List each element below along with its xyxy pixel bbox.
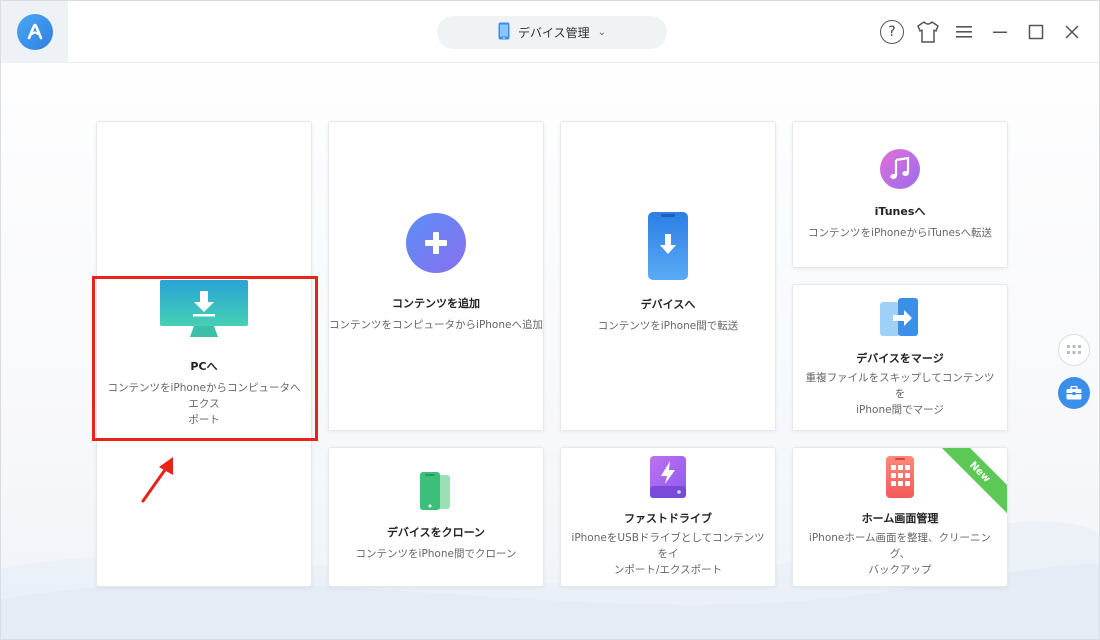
menu-button[interactable]	[951, 19, 977, 45]
card-home-screen-desc: iPhoneホーム画面を整理、クリーニング、 バックアップ	[793, 530, 1007, 578]
card-fast-drive[interactable]: ファストドライブ iPhoneをUSBドライブとしてコンテンツをイ ンポート/エ…	[560, 447, 776, 587]
card-to-device-desc: コンテンツをiPhone間で転送	[597, 320, 739, 332]
device-selector-label: デバイス管理	[517, 26, 590, 40]
help-button[interactable]: ?	[879, 19, 905, 45]
card-to-device[interactable]: デバイスへ コンテンツをiPhone間で転送	[560, 121, 776, 431]
card-to-itunes-title: iTunesへ	[874, 204, 926, 218]
toolbox-icon	[1066, 386, 1082, 400]
side-toolbox-button[interactable]	[1058, 377, 1090, 409]
title-bar: デバイス管理 ⌄ ?	[1, 1, 1099, 63]
card-clone-device-title: デバイスをクローン	[386, 526, 486, 539]
card-merge-device[interactable]: デバイスをマージ 重複ファイルをスキップしてコンテンツを iPhone間でマージ	[792, 284, 1008, 431]
card-add-content[interactable]: コンテンツを追加 コンテンツをコンピュータからiPhoneへ追加	[328, 121, 544, 431]
merge-phones-icon	[878, 297, 922, 340]
minimize-icon	[993, 31, 1007, 33]
chevron-down-icon: ⌄	[597, 27, 607, 38]
app-window: デバイス管理 ⌄ ? PCへ コンテンツをiPhoneからコンピュータへエクス …	[0, 0, 1100, 640]
card-home-screen[interactable]: New ホーム画面管理 iPhoneホーム画面を整理、クリーニング、 バックアッ…	[792, 447, 1008, 587]
help-label: ?	[888, 24, 896, 40]
monitor-download-icon	[160, 280, 248, 338]
help-circle-icon: ?	[880, 20, 904, 44]
hamburger-menu-icon	[956, 26, 972, 38]
card-clone-device[interactable]: デバイスをクローン コンテンツをiPhone間でクローン	[328, 447, 544, 587]
tshirt-icon	[917, 21, 939, 43]
home-screen-grid-icon	[885, 456, 915, 498]
card-add-content-title: コンテンツを追加	[392, 297, 480, 310]
card-to-pc-title: PCへ	[190, 360, 218, 373]
grid-icon	[1067, 345, 1081, 354]
app-logo[interactable]	[1, 1, 68, 63]
card-merge-device-desc-line2: iPhone間でマージ	[856, 403, 944, 416]
maximize-icon	[1028, 24, 1044, 40]
card-to-pc[interactable]: PCへ コンテンツをiPhoneからコンピュータへエクス ポート	[96, 121, 312, 587]
card-home-screen-desc-line2: バックアップ	[868, 564, 932, 576]
maximize-button[interactable]	[1023, 19, 1049, 45]
card-fast-drive-desc-line2: ンポート/エクスポート	[613, 564, 723, 576]
phone-download-icon	[646, 212, 690, 280]
card-fast-drive-title: ファストドライブ	[624, 512, 712, 525]
close-icon	[1065, 25, 1079, 39]
device-selector[interactable]: デバイス管理 ⌄	[437, 16, 667, 49]
card-fast-drive-desc-line1: iPhoneをUSBドライブとしてコンテンツをイ	[571, 532, 765, 560]
flash-drive-icon	[649, 456, 687, 498]
phone-icon	[498, 22, 510, 44]
music-note-icon	[880, 148, 920, 189]
card-to-pc-desc: コンテンツをiPhoneからコンピュータへエクス ポート	[97, 380, 311, 428]
card-merge-device-title: デバイスをマージ	[856, 351, 944, 365]
skin-button[interactable]	[915, 19, 941, 45]
card-to-pc-desc-line1: コンテンツをiPhoneからコンピュータへエクス	[107, 382, 301, 410]
card-add-content-desc: コンテンツをコンピュータからiPhoneへ追加	[329, 319, 543, 331]
new-badge-label: New	[967, 459, 993, 485]
card-home-screen-title: ホーム画面管理	[861, 512, 939, 525]
anytrans-logo-icon	[16, 14, 53, 50]
card-home-screen-desc-line1: iPhoneホーム画面を整理、クリーニング、	[808, 532, 992, 560]
new-badge: New	[934, 448, 1007, 518]
card-to-itunes[interactable]: iTunesへ コンテンツをiPhoneからiTunesへ転送	[792, 121, 1008, 268]
close-button[interactable]	[1059, 19, 1085, 45]
card-to-itunes-desc: コンテンツをiPhoneからiTunesへ転送	[808, 226, 992, 239]
side-grid-button[interactable]	[1058, 334, 1090, 366]
minimize-button[interactable]	[987, 19, 1013, 45]
card-clone-device-desc: コンテンツをiPhone間でクローン	[355, 548, 517, 560]
card-merge-device-desc-line1: 重複ファイルをスキップしてコンテンツを	[805, 371, 995, 400]
card-fast-drive-desc: iPhoneをUSBドライブとしてコンテンツをイ ンポート/エクスポート	[561, 530, 775, 578]
card-to-pc-desc-line2: ポート	[188, 414, 220, 426]
card-to-device-title: デバイスへ	[640, 298, 696, 311]
clone-phones-icon	[418, 472, 454, 512]
plus-circle-icon	[406, 213, 466, 273]
card-merge-device-desc: 重複ファイルをスキップしてコンテンツを iPhone間でマージ	[793, 370, 1007, 418]
window-controls: ?	[879, 19, 1085, 45]
